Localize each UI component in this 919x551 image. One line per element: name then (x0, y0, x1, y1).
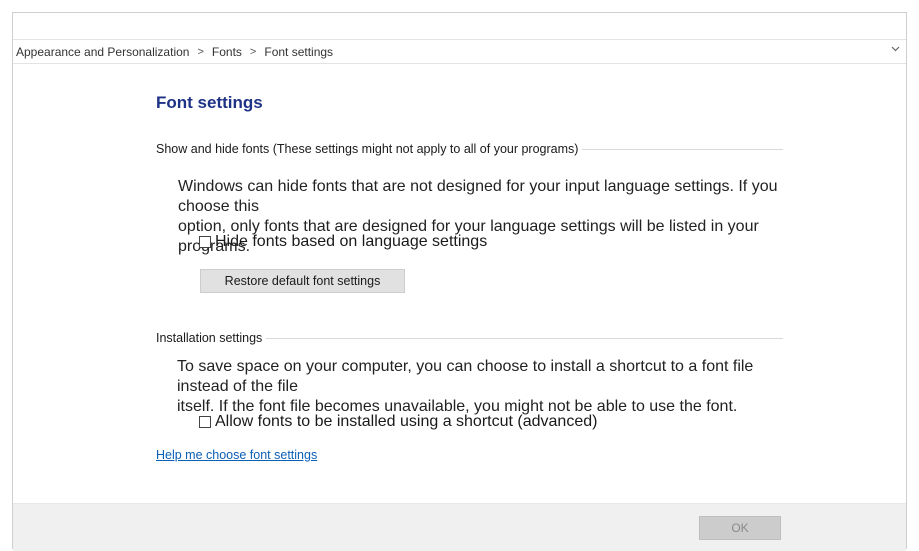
main-content: Font settings Show and hide fonts (These… (156, 93, 786, 462)
breadcrumb-separator-icon: > (249, 45, 257, 58)
installation-settings-section: Installation settings (156, 329, 783, 347)
breadcrumb-separator-icon: > (197, 45, 204, 58)
ok-button[interactable]: OK (699, 516, 781, 540)
divider (582, 149, 783, 150)
section-heading: Show and hide fonts (These settings migh… (156, 140, 783, 158)
breadcrumb-font-settings[interactable]: Font settings (264, 45, 333, 59)
section-heading-text: Installation settings (156, 331, 263, 345)
allow-shortcut-checkbox[interactable] (199, 416, 211, 428)
installation-description: To save space on your computer, you can … (177, 357, 777, 417)
hide-fonts-checkbox[interactable] (199, 236, 211, 248)
page-title: Font settings (156, 93, 263, 112)
section-heading: Installation settings (156, 329, 783, 347)
description-line: To save space on your computer, you can … (177, 358, 754, 395)
chevron-down-icon[interactable] (891, 43, 900, 55)
help-choose-font-settings-link[interactable]: Help me choose font settings (156, 448, 317, 462)
allow-shortcut-checkbox-row[interactable]: Allow fonts to be installed using a shor… (199, 413, 597, 431)
hide-fonts-checkbox-label[interactable]: Hide fonts based on language settings (215, 233, 487, 251)
address-bar[interactable]: Appearance and Personalization > Fonts >… (13, 39, 906, 64)
breadcrumb-appearance[interactable]: Appearance and Personalization (13, 45, 189, 59)
section-heading-text: Show and hide fonts (These settings migh… (156, 142, 579, 156)
restore-default-font-settings-button[interactable]: Restore default font settings (200, 269, 405, 293)
font-settings-window: Appearance and Personalization > Fonts >… (12, 12, 907, 551)
allow-shortcut-checkbox-label[interactable]: Allow fonts to be installed using a shor… (215, 413, 597, 431)
divider (266, 338, 783, 339)
hide-fonts-checkbox-row[interactable]: Hide fonts based on language settings (199, 233, 487, 251)
breadcrumb-fonts[interactable]: Fonts (212, 45, 242, 59)
description-line: Windows can hide fonts that are not desi… (178, 178, 778, 215)
dialog-footer: OK (13, 503, 906, 551)
show-hide-fonts-section: Show and hide fonts (These settings migh… (156, 140, 783, 158)
